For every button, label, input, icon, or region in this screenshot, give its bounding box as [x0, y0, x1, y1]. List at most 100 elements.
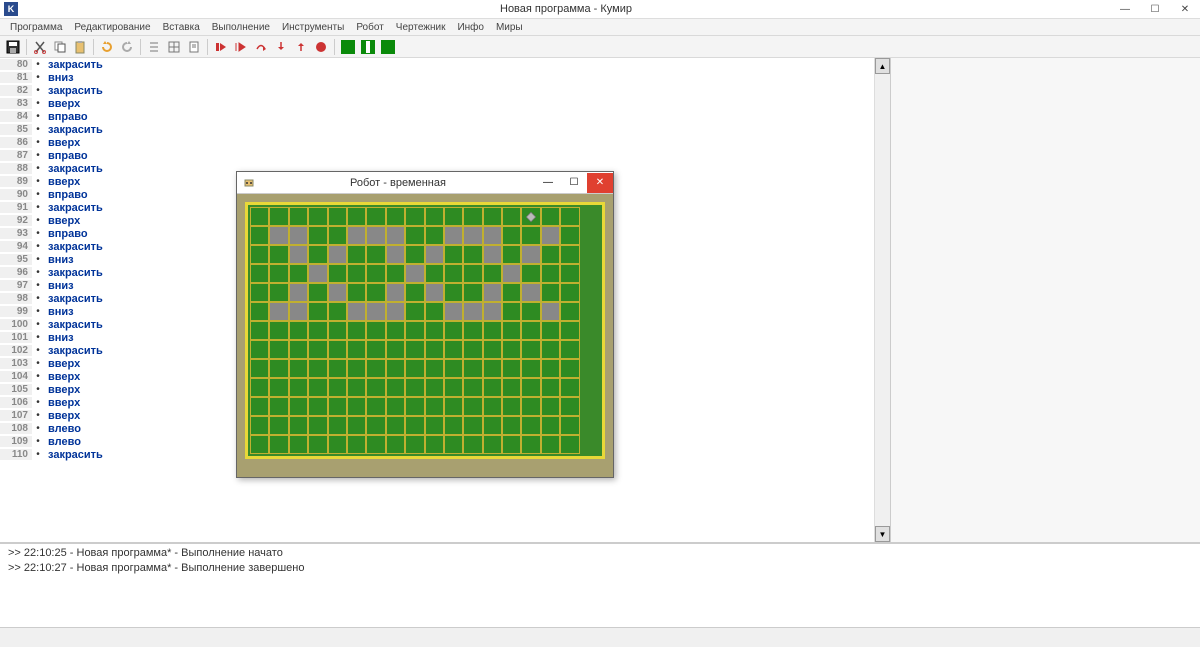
menu-чертежник[interactable]: Чертежник: [390, 22, 452, 33]
grid-cell: [328, 245, 347, 264]
menu-выполнение[interactable]: Выполнение: [206, 22, 276, 33]
grid-cell: [289, 245, 308, 264]
line-number: 99: [0, 306, 32, 317]
stop-icon[interactable]: [312, 38, 330, 56]
code-line[interactable]: 82•закрасить: [0, 84, 890, 97]
table-icon[interactable]: [165, 38, 183, 56]
step-out-icon[interactable]: [292, 38, 310, 56]
step-into-icon[interactable]: [272, 38, 290, 56]
bullet-icon: •: [32, 254, 44, 265]
step-icon[interactable]: [232, 38, 250, 56]
code-line[interactable]: 81•вниз: [0, 71, 890, 84]
grid-cell: [250, 264, 269, 283]
grid-cell: [347, 302, 366, 321]
grid-cell: [308, 416, 327, 435]
grid-cell: [463, 359, 482, 378]
grid-cell: [521, 435, 540, 454]
grid-cell: [289, 302, 308, 321]
grid-cell: [560, 226, 579, 245]
grid-cell: [308, 359, 327, 378]
copy-icon[interactable]: [51, 38, 69, 56]
bullet-icon: •: [32, 397, 44, 408]
robot-maximize-button[interactable]: ☐: [561, 173, 587, 193]
code-line[interactable]: 86•вверх: [0, 136, 890, 149]
code-line[interactable]: 83•вверх: [0, 97, 890, 110]
bullet-icon: •: [32, 436, 44, 447]
grid-cell: [386, 245, 405, 264]
grid-cell: [405, 321, 424, 340]
grid-view1-icon[interactable]: [339, 39, 357, 55]
grid-cell: [521, 264, 540, 283]
scroll-down-icon[interactable]: ▼: [875, 526, 890, 542]
code-text: вверх: [44, 176, 80, 188]
save-icon[interactable]: [4, 38, 22, 56]
scrollbar-vertical[interactable]: ▲ ▼: [874, 58, 890, 542]
grid-cell: [289, 340, 308, 359]
grid-cell: [541, 302, 560, 321]
code-line[interactable]: 80•закрасить: [0, 58, 890, 71]
robot-minimize-button[interactable]: —: [535, 173, 561, 193]
grid-cell: [328, 226, 347, 245]
grid-cell: [483, 283, 502, 302]
grid-cell: [463, 207, 482, 226]
close-button[interactable]: ✕: [1170, 0, 1200, 19]
grid-cell: [463, 378, 482, 397]
grid-cell: [308, 207, 327, 226]
robot-window[interactable]: Робот - временная — ☐ ✕: [236, 171, 614, 478]
grid-cell: [269, 226, 288, 245]
paste-icon[interactable]: [71, 38, 89, 56]
grid-cell: [347, 207, 366, 226]
grid-cell: [521, 321, 540, 340]
grid-cell: [541, 207, 560, 226]
undo-icon[interactable]: [98, 38, 116, 56]
grid-cell: [463, 283, 482, 302]
menu-миры[interactable]: Миры: [490, 22, 529, 33]
grid-cell: [444, 416, 463, 435]
robot-close-button[interactable]: ✕: [587, 173, 613, 193]
menu-вставка[interactable]: Вставка: [157, 22, 206, 33]
line-number: 105: [0, 384, 32, 395]
minimize-button[interactable]: —: [1110, 0, 1140, 19]
grid-cell: [308, 378, 327, 397]
code-line[interactable]: 87•вправо: [0, 149, 890, 162]
grid-cell: [521, 245, 540, 264]
line-number: 94: [0, 241, 32, 252]
grid-cell: [483, 264, 502, 283]
bullet-icon: •: [32, 189, 44, 200]
grid-cell: [366, 283, 385, 302]
line-number: 106: [0, 397, 32, 408]
scroll-up-icon[interactable]: ▲: [875, 58, 890, 74]
doc-icon[interactable]: [185, 38, 203, 56]
maximize-button[interactable]: ☐: [1140, 0, 1170, 19]
grid-cell: [444, 359, 463, 378]
grid-view3-icon[interactable]: [379, 39, 397, 55]
grid-cell: [366, 264, 385, 283]
menu-редактирование[interactable]: Редактирование: [68, 22, 156, 33]
app-icon: K: [4, 2, 18, 16]
step-over-icon[interactable]: [252, 38, 270, 56]
list-icon[interactable]: [145, 38, 163, 56]
menu-инструменты[interactable]: Инструменты: [276, 22, 350, 33]
code-line[interactable]: 85•закрасить: [0, 123, 890, 136]
cut-icon[interactable]: [31, 38, 49, 56]
grid-cell: [289, 397, 308, 416]
run-start-icon[interactable]: [212, 38, 230, 56]
code-line[interactable]: 84•вправо: [0, 110, 890, 123]
grid-cell: [269, 378, 288, 397]
grid-cell: [425, 340, 444, 359]
grid-cell: [483, 435, 502, 454]
grid-cell: [250, 359, 269, 378]
menu-программа[interactable]: Программа: [4, 22, 68, 33]
menu-робот[interactable]: Робот: [350, 22, 389, 33]
grid-cell: [386, 283, 405, 302]
grid-cell: [366, 435, 385, 454]
robot-titlebar[interactable]: Робот - временная — ☐ ✕: [237, 172, 613, 194]
grid-view2-icon[interactable]: [359, 39, 377, 55]
redo-icon[interactable]: [118, 38, 136, 56]
toolbar: [0, 36, 1200, 58]
bullet-icon: •: [32, 423, 44, 434]
bullet-icon: •: [32, 176, 44, 187]
grid-cell: [521, 207, 540, 226]
grid-cell: [463, 416, 482, 435]
menu-инфо[interactable]: Инфо: [451, 22, 490, 33]
